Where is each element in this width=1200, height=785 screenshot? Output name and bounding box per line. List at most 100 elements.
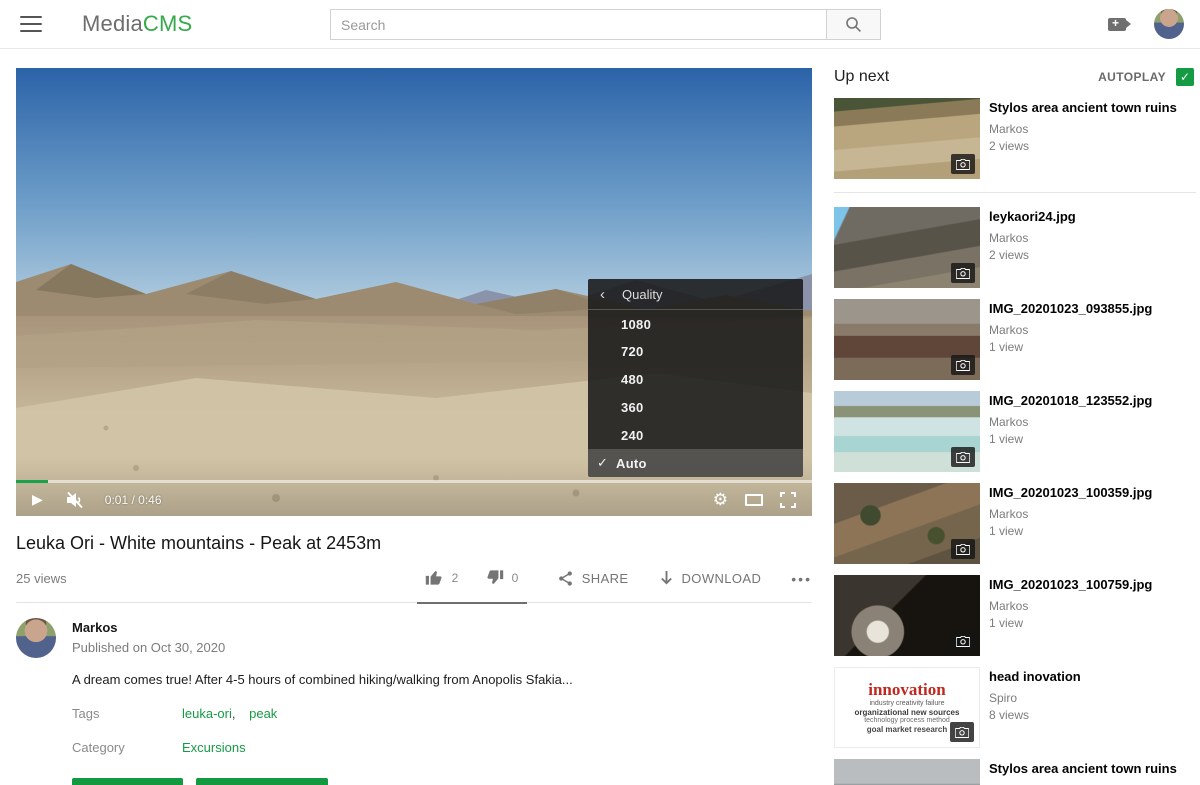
up-next-item-author: Markos <box>989 323 1152 337</box>
quality-option[interactable]: ✓ Auto <box>588 449 803 477</box>
up-next-item-title: head inovation <box>989 668 1081 685</box>
theater-mode-icon <box>745 494 763 506</box>
autoplay-checkbox[interactable]: ✓ <box>1176 68 1194 86</box>
video-description: A dream comes true! After 4-5 hours of c… <box>72 672 812 687</box>
check-icon: ✓ <box>597 455 613 471</box>
up-next-item[interactable]: Stylos area ancient town ruins Markos 2 … <box>834 98 1196 193</box>
up-next-list: Stylos area ancient town ruins Markos 2 … <box>834 98 1196 785</box>
search-button[interactable] <box>826 9 881 40</box>
search-input[interactable] <box>330 9 826 40</box>
video-player[interactable]: ‹ Quality 1080 720 <box>16 68 812 516</box>
play-icon: ▶ <box>32 491 43 508</box>
quality-option-label: 480 <box>621 372 644 387</box>
up-next-item[interactable]: Stylos area ancient town ruins <box>834 759 1196 785</box>
photo-camera-icon <box>956 268 970 279</box>
photo-camera-icon <box>956 159 970 170</box>
up-next-item-views: 1 view <box>989 616 1152 630</box>
time-display: 0:01 / 0:46 <box>105 493 162 507</box>
share-button[interactable]: SHARE <box>557 570 629 587</box>
quality-option[interactable]: 1080 <box>588 310 803 338</box>
up-next-item[interactable]: IMG_20201023_100359.jpg Markos 1 view <box>834 483 1196 564</box>
up-next-item[interactable]: IMG_20201018_123552.jpg Markos 1 view <box>834 391 1196 472</box>
quality-option-label: 720 <box>621 344 644 359</box>
author-row: Markos Published on Oct 30, 2020 <box>16 618 812 658</box>
author-name[interactable]: Markos <box>72 620 225 635</box>
quality-option-label: 360 <box>621 400 644 415</box>
gear-icon: ⚙ <box>713 491 728 508</box>
quality-menu: ‹ Quality 1080 720 <box>588 279 803 477</box>
category-row: Category Excursions <box>72 740 812 755</box>
tags-row: Tags leuka-ori, peak <box>72 706 812 721</box>
theater-mode-button[interactable] <box>745 494 763 506</box>
up-next-item-views: 1 view <box>989 340 1152 354</box>
up-next-header: Up next AUTOPLAY ✓ <box>834 68 1196 86</box>
quality-option-label: 1080 <box>621 317 651 332</box>
user-avatar[interactable] <box>1154 9 1184 39</box>
tag-link[interactable]: leuka-ori <box>182 706 232 721</box>
publish-date: Published on Oct 30, 2020 <box>72 640 225 655</box>
quality-option[interactable]: 240 <box>588 421 803 449</box>
thumb-up-icon <box>425 568 444 587</box>
top-bar: MediaCMS <box>0 0 1200 49</box>
search-form <box>330 9 881 40</box>
up-next-title: Up next <box>834 68 889 86</box>
play-button[interactable]: ▶ <box>32 491 43 508</box>
photo-camera-icon <box>955 727 969 738</box>
up-next-item-views: 1 view <box>989 432 1152 446</box>
up-next-item-title: Stylos area ancient town ruins <box>989 760 1177 777</box>
category-link[interactable]: Excursions <box>182 740 246 755</box>
up-next-item[interactable]: leykaori24.jpg Markos 2 views <box>834 207 1196 288</box>
up-next-item-views: 8 views <box>989 708 1081 722</box>
thumb-down-icon <box>485 568 504 587</box>
up-next-item-author: Markos <box>989 507 1152 521</box>
author-avatar[interactable] <box>16 618 56 658</box>
quality-option[interactable]: 360 <box>588 394 803 422</box>
up-next-thumbnail <box>834 299 980 380</box>
photo-camera-icon <box>956 360 970 371</box>
download-button[interactable]: DOWNLOAD <box>659 570 762 587</box>
up-next-thumbnail <box>834 759 980 785</box>
tag-separator: , <box>232 706 236 721</box>
autoplay-toggle[interactable]: AUTOPLAY ✓ <box>1098 68 1194 86</box>
quality-option-label: Auto <box>616 456 647 471</box>
main-column: ‹ Quality 1080 720 <box>16 68 812 785</box>
up-next-item[interactable]: innovationindustry creativity failureorg… <box>834 667 1196 748</box>
up-next-item[interactable]: IMG_20201023_100759.jpg Markos 1 view <box>834 575 1196 656</box>
up-next-item-author: Markos <box>989 599 1152 613</box>
logo[interactable]: MediaCMS <box>82 11 192 37</box>
page-title: Leuka Ori - White mountains - Peak at 24… <box>16 533 812 554</box>
quality-option[interactable]: 480 <box>588 366 803 394</box>
upload-media-icon[interactable] <box>1108 18 1126 31</box>
up-next-thumbnail <box>834 391 980 472</box>
edit-media-button[interactable]: EDIT MEDIA <box>72 778 183 785</box>
tag-link[interactable]: peak <box>249 706 277 721</box>
download-label: DOWNLOAD <box>682 571 762 586</box>
quality-menu-back[interactable]: ‹ Quality <box>588 279 803 310</box>
search-icon <box>845 16 862 33</box>
logo-media-text: Media <box>82 11 143 36</box>
delete-media-button[interactable]: DELETE MEDIA <box>196 778 328 785</box>
up-next-sidebar: Up next AUTOPLAY ✓ <box>834 68 1196 785</box>
up-next-item-title: IMG_20201018_123552.jpg <box>989 392 1152 409</box>
up-next-item[interactable]: IMG_20201023_093855.jpg Markos 1 view <box>834 299 1196 380</box>
mediacms-page: MediaCMS <box>0 0 1200 785</box>
fullscreen-button[interactable] <box>780 492 796 508</box>
like-button[interactable]: 2 <box>425 568 459 587</box>
rating-group: 2 0 <box>417 568 527 604</box>
menu-icon[interactable] <box>20 16 42 32</box>
more-options-button[interactable]: ••• <box>791 571 812 587</box>
up-next-item-title: IMG_20201023_100359.jpg <box>989 484 1152 501</box>
up-next-thumbnail: innovationindustry creativity failureorg… <box>834 667 980 748</box>
media-buttons: EDIT MEDIA DELETE MEDIA <box>72 778 812 785</box>
check-icon: ✓ <box>1180 70 1190 84</box>
video-actions: 2 0 <box>417 568 812 589</box>
dislike-button[interactable]: 0 <box>485 568 519 587</box>
settings-button[interactable]: ⚙ <box>713 491 728 508</box>
category-label: Category <box>72 740 182 755</box>
up-next-thumbnail <box>834 98 980 179</box>
up-next-item-title: leykaori24.jpg <box>989 208 1076 225</box>
quality-option[interactable]: 720 <box>588 338 803 366</box>
share-label: SHARE <box>582 571 629 586</box>
mute-button[interactable] <box>65 491 85 509</box>
up-next-item-views: 2 views <box>989 139 1177 153</box>
